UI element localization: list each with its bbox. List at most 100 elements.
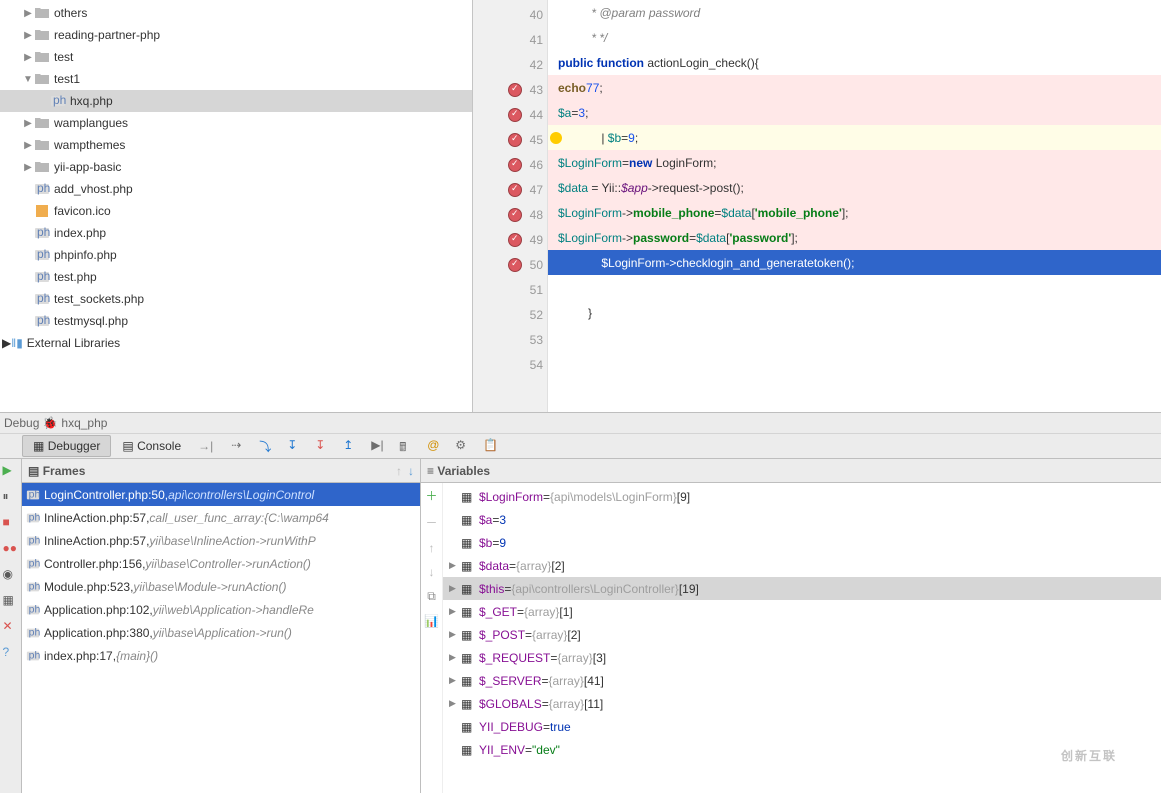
chart-icon[interactable]: 📊 — [424, 614, 439, 628]
gutter-line[interactable]: 45 — [473, 127, 547, 152]
variable-entry[interactable]: ▶▦$GLOBALS = {array} [11] — [443, 692, 1161, 715]
stack-frame[interactable]: phpInlineAction.php:57, yii\base\InlineA… — [22, 529, 420, 552]
variable-entry[interactable]: ▦$b = 9 — [443, 531, 1161, 554]
code-line[interactable] — [548, 275, 1161, 300]
gutter-line[interactable]: 53 — [473, 327, 547, 352]
tree-item[interactable]: phphxq.php — [0, 90, 472, 112]
frames-list[interactable]: phpLoginController.php:50, api\controlle… — [22, 483, 420, 793]
gutter-line[interactable]: 42 — [473, 52, 547, 77]
stop-icon[interactable]: ■ — [3, 515, 19, 531]
gutter-line[interactable]: 47 — [473, 177, 547, 202]
expand-arrow-icon[interactable]: ▶ — [22, 162, 34, 173]
tree-item[interactable]: ▶reading-partner-php — [0, 24, 472, 46]
expand-arrow-icon[interactable]: ▶ — [22, 8, 34, 19]
settings-icon[interactable]: ⚙ — [455, 438, 471, 454]
stack-frame[interactable]: phpController.php:156, yii\base\Controll… — [22, 552, 420, 575]
tree-item[interactable]: phptest_sockets.php — [0, 288, 472, 310]
resume-icon[interactable]: ▶ — [3, 463, 19, 479]
step-over-icon[interactable]: ⤵ — [259, 438, 275, 454]
arrow-right-icon[interactable]: →| — [198, 439, 213, 453]
close-icon[interactable]: ✕ — [3, 619, 19, 635]
code-line[interactable]: public function actionLogin_check(){ — [548, 50, 1161, 75]
code-line[interactable]: echo 77; — [548, 75, 1161, 100]
variable-entry[interactable]: ▶▦$_REQUEST = {array} [3] — [443, 646, 1161, 669]
code-line[interactable]: } — [548, 300, 1161, 325]
stack-frame[interactable]: phpModule.php:523, yii\base\Module->runA… — [22, 575, 420, 598]
up-icon[interactable]: ↑ — [429, 541, 435, 555]
gutter-line[interactable]: 52 — [473, 302, 547, 327]
down-icon[interactable]: ↓ — [429, 565, 435, 579]
lightbulb-icon[interactable] — [550, 132, 562, 144]
gutter-line[interactable]: 49 — [473, 227, 547, 252]
variable-entry[interactable]: ▶▦$_GET = {array} [1] — [443, 600, 1161, 623]
view-breakpoints-icon[interactable]: ●● — [3, 541, 19, 557]
expand-arrow-icon[interactable]: ▶ — [22, 140, 34, 151]
step-into-icon[interactable]: ↧ — [287, 438, 303, 454]
variable-entry[interactable]: ▦$a = 3 — [443, 508, 1161, 531]
breakpoint-icon[interactable] — [508, 258, 522, 272]
gutter-line[interactable]: 48 — [473, 202, 547, 227]
run-to-cursor-icon[interactable]: ▶| — [371, 438, 387, 454]
tree-item[interactable]: ▶yii-app-basic — [0, 156, 472, 178]
expand-arrow-icon[interactable]: ▼ — [22, 74, 34, 85]
expand-arrow-icon[interactable]: ▶ — [22, 118, 34, 129]
tree-item[interactable]: phptest.php — [0, 266, 472, 288]
tree-item[interactable]: ▼test1 — [0, 68, 472, 90]
gutter-line[interactable]: 46 — [473, 152, 547, 177]
variable-entry[interactable]: ▦YII_DEBUG = true — [443, 715, 1161, 738]
breakpoint-icon[interactable] — [508, 158, 522, 172]
code-line[interactable]: * @param password — [548, 0, 1161, 25]
stack-frame[interactable]: phpLoginController.php:50, api\controlle… — [22, 483, 420, 506]
mute-breakpoints-icon[interactable]: ◉ — [3, 567, 19, 583]
remove-watch-icon[interactable]: － — [425, 514, 437, 531]
code-line[interactable]: $LoginForm->checklogin_and_generatetoken… — [548, 250, 1161, 275]
code-line[interactable]: $LoginForm->mobile_phone=$data['mobile_p… — [548, 200, 1161, 225]
gutter-line[interactable]: 50 — [473, 252, 547, 277]
layout-icon[interactable]: ▦ — [3, 593, 19, 609]
stack-frame[interactable]: phpApplication.php:102, yii\web\Applicat… — [22, 598, 420, 621]
code-line[interactable]: $data = Yii::$app->request->post(); — [548, 175, 1161, 200]
expand-arrow-icon[interactable]: ▶ — [22, 52, 34, 63]
code-line[interactable]: | $b=9; — [548, 125, 1161, 150]
breakpoint-icon[interactable] — [508, 83, 522, 97]
breakpoint-icon[interactable] — [508, 133, 522, 147]
editor-gutter[interactable]: 404142434445464748495051525354 — [473, 0, 548, 412]
expand-arrow-icon[interactable]: ▶ — [449, 675, 461, 686]
breakpoint-icon[interactable] — [508, 108, 522, 122]
force-step-into-icon[interactable]: ↧ — [315, 438, 331, 454]
gutter-line[interactable]: 41 — [473, 27, 547, 52]
copy-icon[interactable]: ⧉ — [427, 589, 436, 604]
code-line[interactable] — [548, 350, 1161, 375]
variable-entry[interactable]: ▶▦$_SERVER = {array} [41] — [443, 669, 1161, 692]
variable-entry[interactable]: ▶▦$_POST = {array} [2] — [443, 623, 1161, 646]
tree-item[interactable]: favicon.ico — [0, 200, 472, 222]
expand-arrow-icon[interactable]: ▶ — [449, 652, 461, 663]
tree-item[interactable]: ▶wamplangues — [0, 112, 472, 134]
gutter-line[interactable]: 54 — [473, 352, 547, 377]
code-line[interactable]: $a=3; — [548, 100, 1161, 125]
tree-item[interactable]: phpindex.php — [0, 222, 472, 244]
gutter-line[interactable]: 43 — [473, 77, 547, 102]
breakpoint-icon[interactable] — [508, 208, 522, 222]
pause-icon[interactable]: ⏸ — [3, 489, 19, 505]
frames-next-icon[interactable]: ↓ — [408, 464, 414, 478]
tree-item[interactable]: phptestmysql.php — [0, 310, 472, 332]
expand-arrow-icon[interactable]: ▶ — [2, 336, 11, 350]
frames-prev-icon[interactable]: ↑ — [396, 464, 402, 478]
variable-entry[interactable]: ▶▦$data = {array} [2] — [443, 554, 1161, 577]
code-line[interactable]: $LoginForm=new LoginForm; — [548, 150, 1161, 175]
gutter-line[interactable]: 51 — [473, 277, 547, 302]
tree-item[interactable]: phpphpinfo.php — [0, 244, 472, 266]
expand-arrow-icon[interactable]: ▶ — [449, 583, 461, 594]
expand-arrow-icon[interactable]: ▶ — [449, 698, 461, 709]
tab-debugger[interactable]: ▦ Debugger — [22, 435, 111, 457]
external-libraries[interactable]: ▶‖▮External Libraries — [0, 332, 472, 354]
pin-icon[interactable]: 📋 — [483, 438, 499, 454]
stack-frame[interactable]: phpApplication.php:380, yii\base\Applica… — [22, 621, 420, 644]
stack-frame[interactable]: phpInlineAction.php:57, call_user_func_a… — [22, 506, 420, 529]
expand-arrow-icon[interactable]: ▶ — [449, 629, 461, 640]
expand-arrow-icon[interactable]: ▶ — [449, 560, 461, 571]
code-editor[interactable]: * @param password * */ public function a… — [548, 0, 1161, 412]
expand-arrow-icon[interactable]: ▶ — [22, 30, 34, 41]
breakpoint-icon[interactable] — [508, 233, 522, 247]
